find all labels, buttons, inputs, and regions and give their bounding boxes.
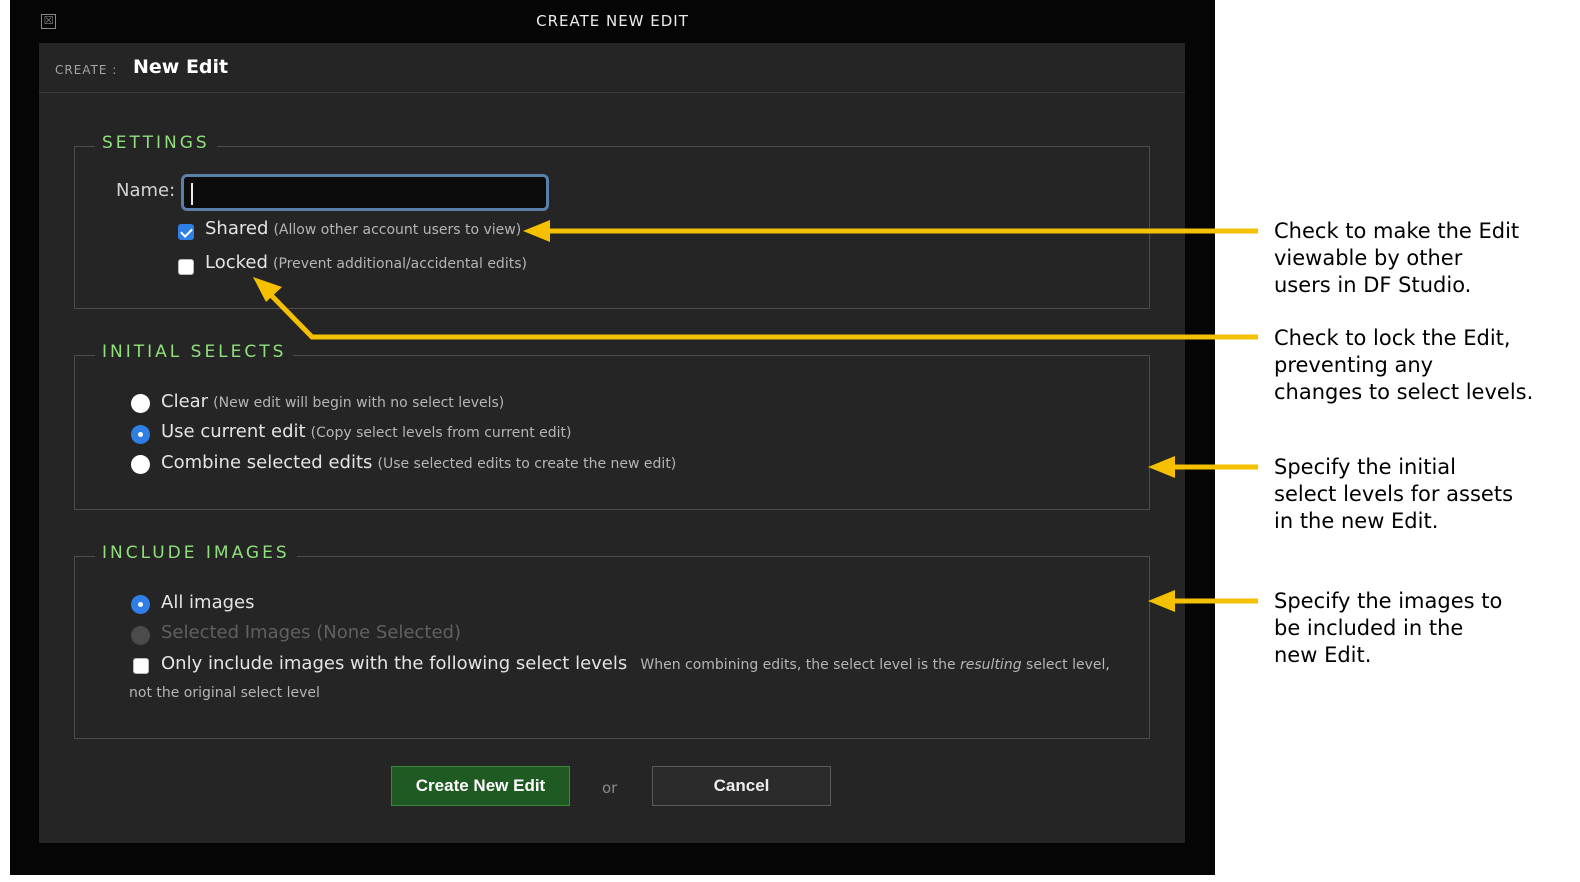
- create-edit-dialog: ☒ CREATE NEW EDIT CREATE : New Edit SETT…: [10, 0, 1215, 875]
- callout-shared-line: viewable by other: [1274, 246, 1463, 270]
- include-images-fieldset: INCLUDE IMAGES All images Selected Image…: [74, 543, 1150, 739]
- combine-selected-edits-option: Combine selected edits (Use selected edi…: [161, 452, 676, 473]
- initial-selects-fieldset: INITIAL SELECTS Clear (New edit will beg…: [74, 342, 1150, 510]
- create-value: New Edit: [133, 56, 229, 78]
- shared-checkbox[interactable]: [178, 224, 194, 240]
- create-label: CREATE :: [55, 63, 118, 77]
- radio-all-images[interactable]: [131, 595, 150, 614]
- name-input[interactable]: [181, 174, 549, 211]
- all-images-option: All images: [161, 592, 254, 613]
- clear-note: (New edit will begin with no select leve…: [213, 395, 505, 411]
- name-label: Name:: [116, 180, 176, 201]
- clear-option: Clear (New edit will begin with no selec…: [161, 391, 504, 412]
- callout-shared-line: Check to make the Edit: [1274, 219, 1520, 243]
- callout-locked-line: preventing any: [1274, 353, 1434, 377]
- shared-label: Shared: [205, 218, 269, 239]
- only-include-note-part1: When combining edits, the select level i…: [640, 657, 961, 673]
- radio-combine-selected-edits[interactable]: [131, 455, 150, 474]
- cancel-button[interactable]: Cancel: [652, 766, 831, 806]
- clear-label: Clear: [161, 391, 209, 412]
- create-new-edit-button[interactable]: Create New Edit: [391, 766, 570, 806]
- callout-images-line: new Edit.: [1274, 643, 1372, 667]
- callout-images-line: be included in the: [1274, 616, 1464, 640]
- callout-locked: Check to lock the Edit, preventing any c…: [1274, 325, 1574, 406]
- dialog-titlebar: ☒ CREATE NEW EDIT: [10, 0, 1215, 43]
- dialog-title: CREATE NEW EDIT: [536, 12, 689, 30]
- only-include-checkbox[interactable]: [133, 658, 149, 674]
- callout-images: Specify the images to be included in the…: [1274, 588, 1574, 669]
- only-include-label: Only include images with the following s…: [161, 653, 628, 674]
- callout-selects: Specify the initial select levels for as…: [1274, 454, 1574, 535]
- use-current-edit-option: Use current edit (Copy select levels fro…: [161, 421, 572, 442]
- radio-use-current-edit[interactable]: [131, 425, 150, 444]
- only-include-note-line2: not the original select level: [129, 685, 320, 701]
- callout-locked-line: changes to select levels.: [1274, 380, 1534, 404]
- combine-selected-edits-label: Combine selected edits: [161, 452, 373, 473]
- use-current-edit-label: Use current edit: [161, 421, 306, 442]
- initial-selects-legend: INITIAL SELECTS: [95, 342, 294, 362]
- panel-header: CREATE : New Edit: [39, 43, 1185, 93]
- settings-legend: SETTINGS: [95, 133, 217, 153]
- callout-shared: Check to make the Edit viewable by other…: [1274, 218, 1574, 299]
- callout-shared-line: users in DF Studio.: [1274, 273, 1472, 297]
- settings-fieldset: SETTINGS Name: Shared (Allow other accou…: [74, 133, 1150, 309]
- all-images-label: All images: [161, 592, 255, 613]
- text-caret: [191, 183, 193, 205]
- only-include-note-emphasis: resulting: [960, 657, 1022, 673]
- include-images-legend: INCLUDE IMAGES: [95, 543, 297, 563]
- callout-images-line: Specify the images to: [1274, 589, 1503, 613]
- callout-selects-line: Specify the initial: [1274, 455, 1456, 479]
- or-separator: or: [602, 779, 618, 797]
- radio-selected-images: [131, 626, 150, 645]
- only-include-option: Only include images with the following s…: [161, 653, 1110, 674]
- only-include-note: When combining edits, the select level i…: [640, 657, 1109, 673]
- selected-images-option: Selected Images (None Selected): [161, 622, 461, 643]
- callout-selects-line: select levels for assets: [1274, 482, 1514, 506]
- callout-locked-line: Check to lock the Edit,: [1274, 326, 1511, 350]
- shared-note: (Allow other account users to view): [273, 222, 522, 238]
- use-current-edit-note: (Copy select levels from current edit): [310, 425, 572, 441]
- radio-clear[interactable]: [131, 394, 150, 413]
- locked-option: Locked (Prevent additional/accidental ed…: [205, 252, 527, 273]
- only-include-note-part2: select level,: [1021, 657, 1110, 673]
- locked-note: (Prevent additional/accidental edits): [273, 256, 527, 272]
- combine-selected-edits-note: (Use selected edits to create the new ed…: [377, 456, 677, 472]
- locked-label: Locked: [205, 252, 268, 273]
- shared-option: Shared (Allow other account users to vie…: [205, 218, 521, 239]
- callout-selects-line: in the new Edit.: [1274, 509, 1439, 533]
- selected-images-label: Selected Images (None Selected): [161, 622, 461, 643]
- locked-checkbox[interactable]: [178, 259, 194, 275]
- dialog-panel: CREATE : New Edit SETTINGS Name: Shared …: [39, 43, 1185, 843]
